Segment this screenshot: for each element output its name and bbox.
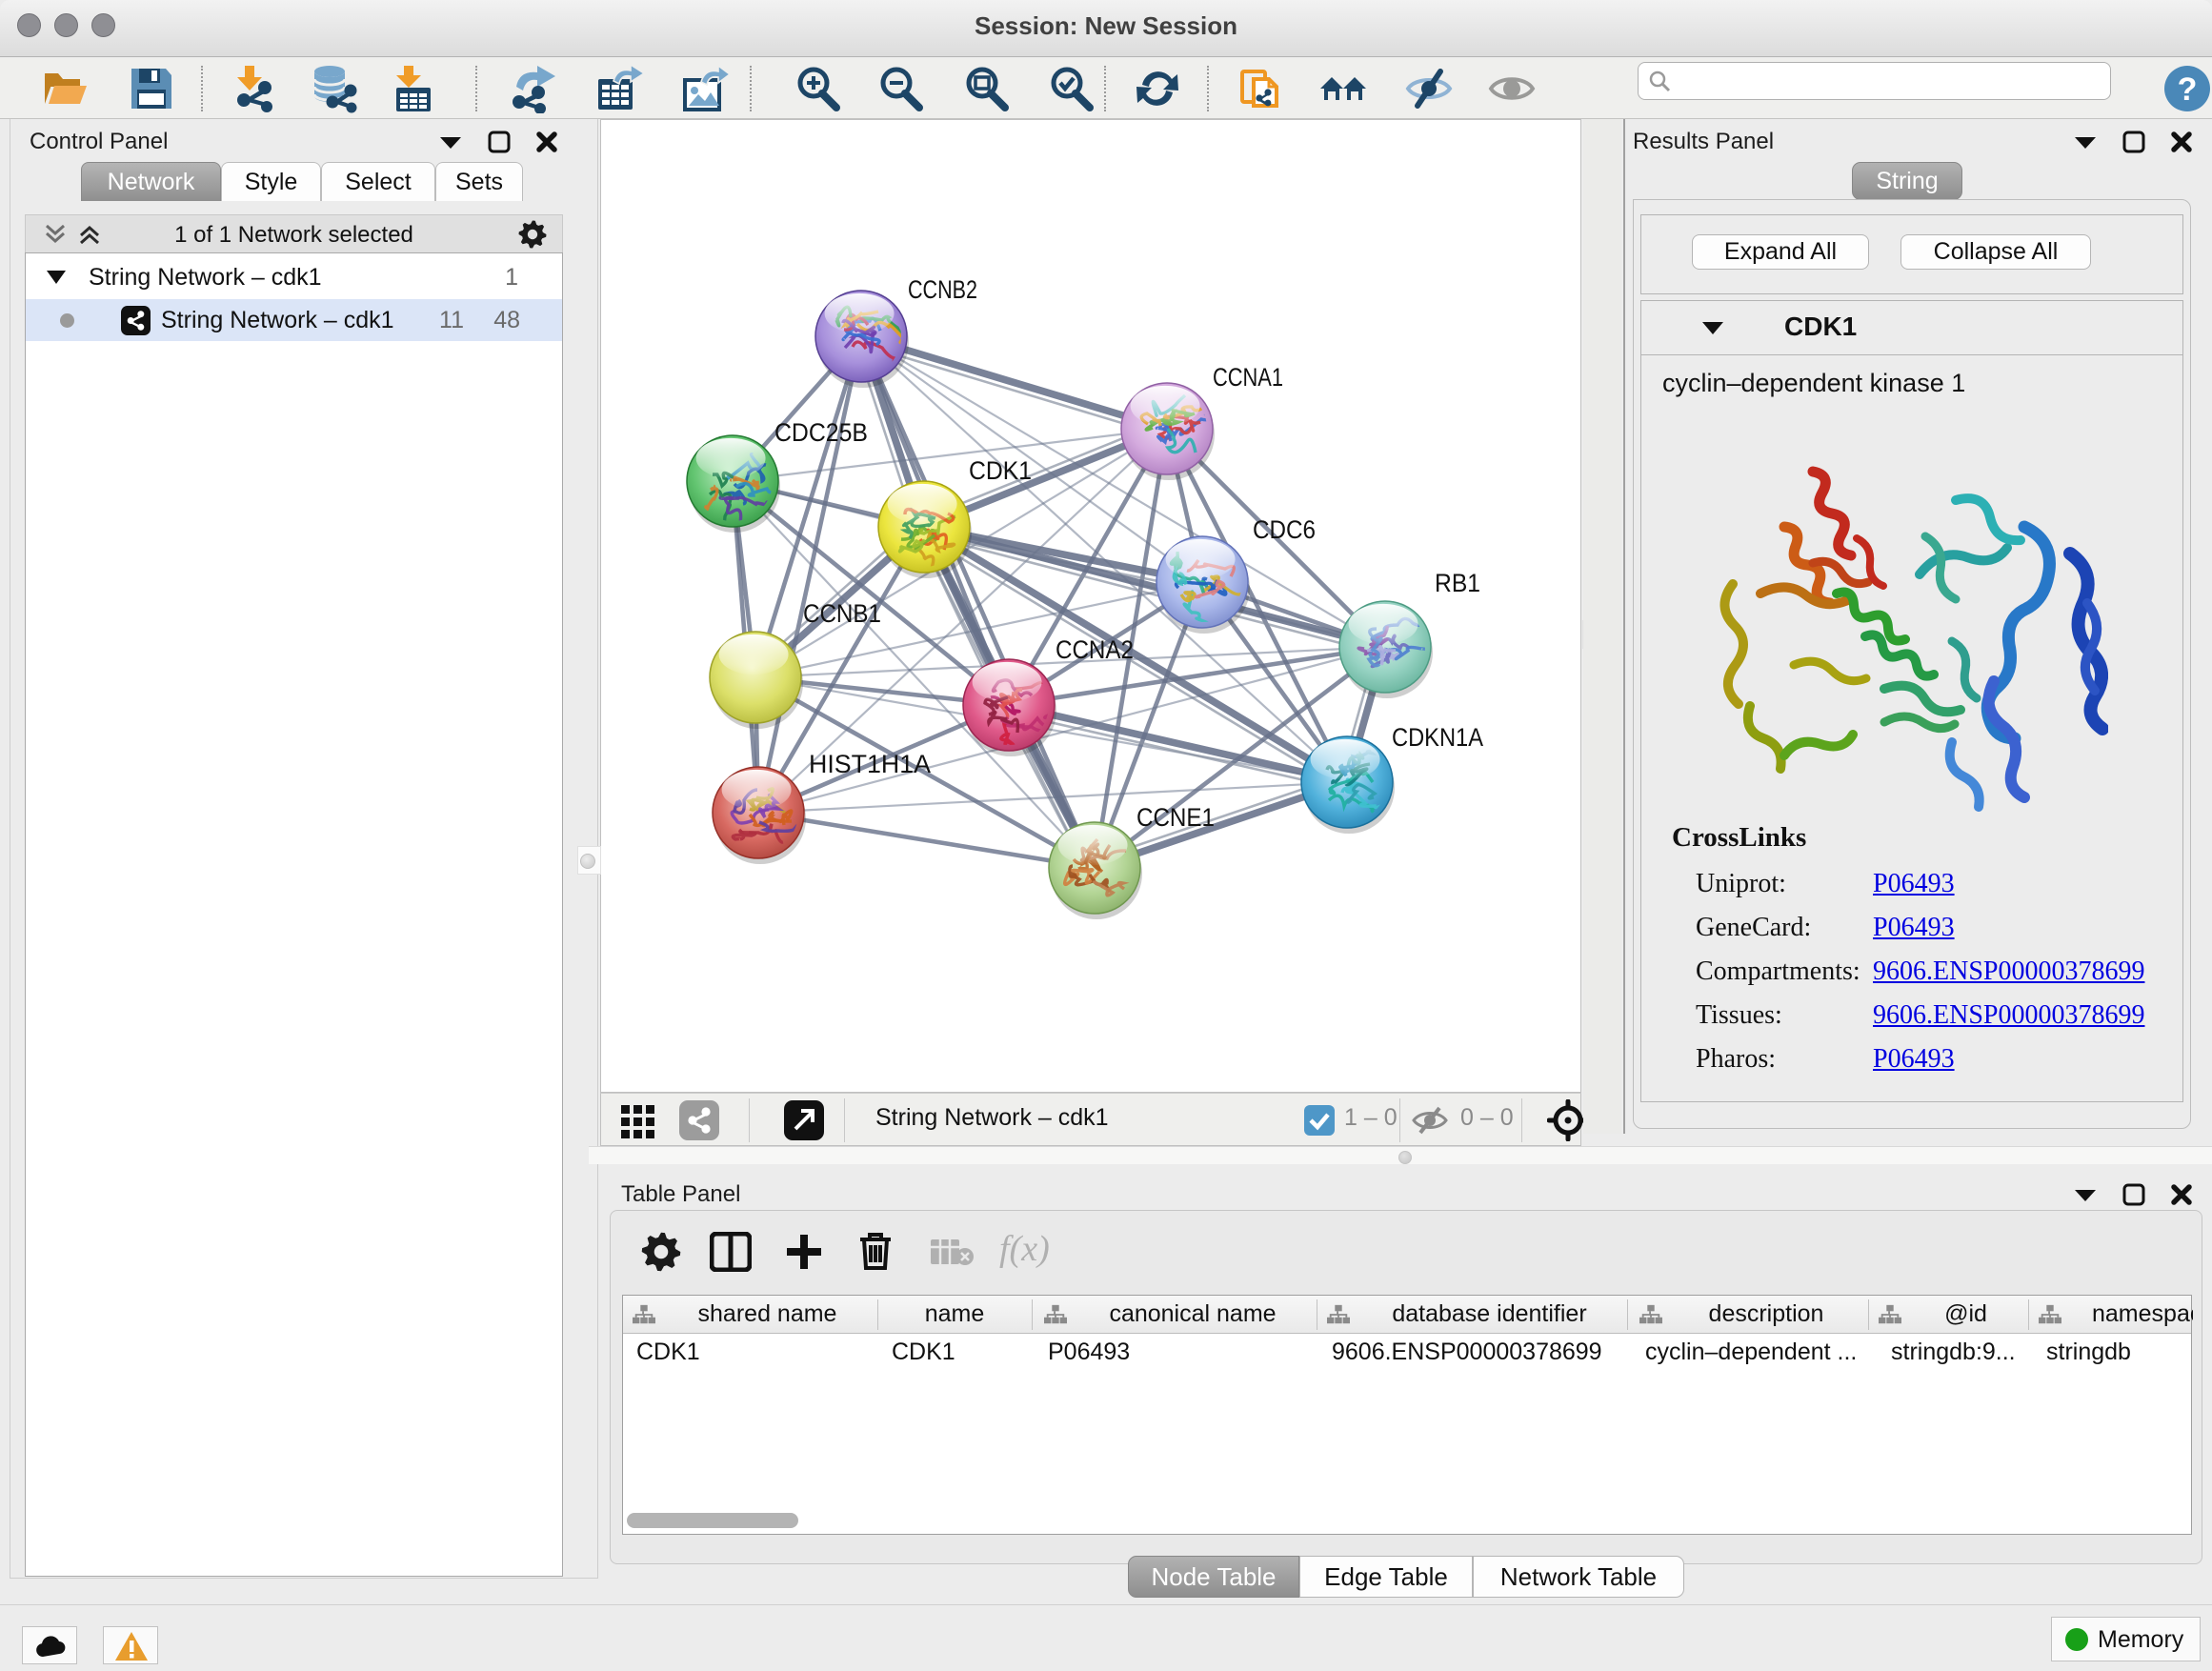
- svg-text:HIST1H1A: HIST1H1A: [809, 750, 931, 778]
- svg-text:CCNB1: CCNB1: [803, 599, 881, 628]
- svg-text:CDKN1A: CDKN1A: [1392, 723, 1483, 752]
- svg-text:CCNB2: CCNB2: [908, 275, 977, 304]
- svg-text:CDC25B: CDC25B: [774, 418, 868, 447]
- svg-text:CDK1: CDK1: [969, 456, 1032, 485]
- svg-text:?: ?: [2178, 71, 2198, 108]
- svg-text:CCNA1: CCNA1: [1213, 363, 1283, 392]
- svg-text:CCNA2: CCNA2: [1056, 635, 1134, 664]
- svg-text:RB1: RB1: [1435, 569, 1480, 597]
- svg-text:CCNE1: CCNE1: [1136, 803, 1215, 832]
- svg-text:CDC6: CDC6: [1253, 515, 1316, 544]
